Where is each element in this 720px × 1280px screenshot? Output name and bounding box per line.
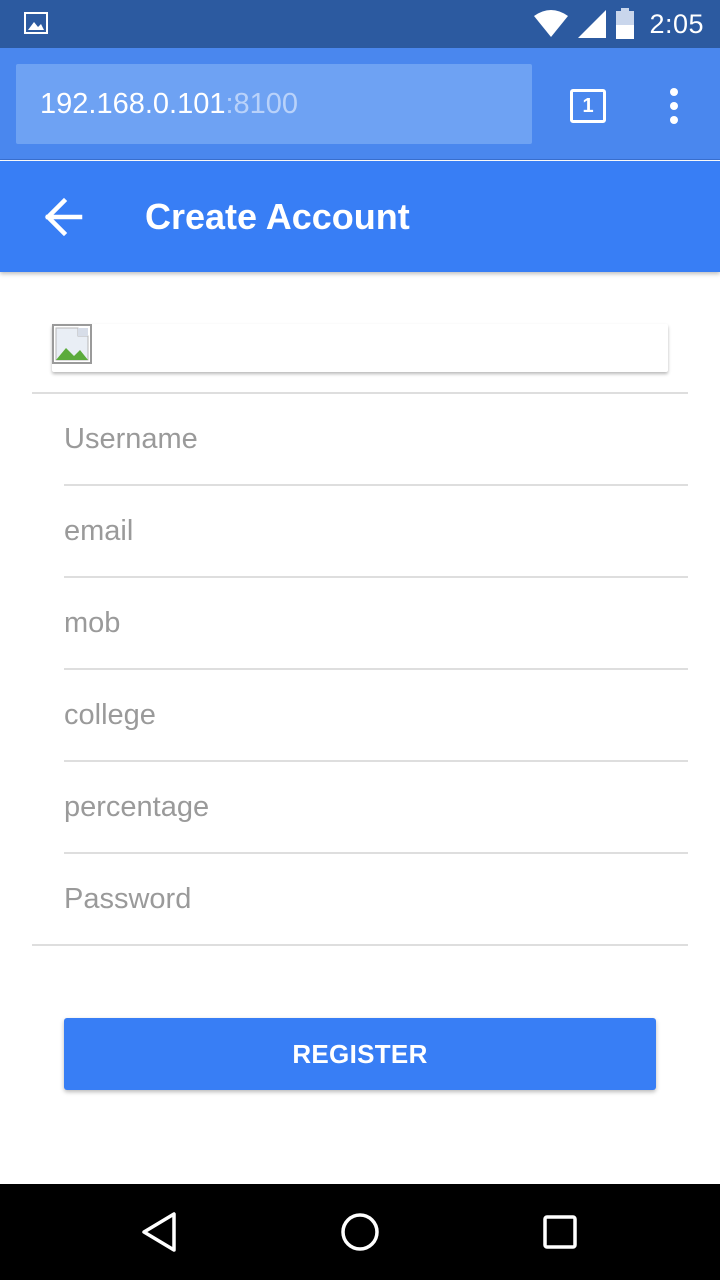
nav-home-icon[interactable] [336, 1208, 384, 1256]
password-input[interactable] [64, 854, 688, 944]
battery-icon [615, 8, 635, 40]
back-arrow-icon[interactable] [40, 195, 88, 239]
page-title: Create Account [145, 196, 410, 237]
overflow-menu-icon[interactable] [660, 88, 688, 124]
register-button[interactable]: REGISTER [64, 1018, 656, 1090]
url-port: :8100 [225, 87, 299, 120]
mobile-input[interactable] [64, 578, 688, 668]
form-item-college [64, 670, 688, 762]
email-input[interactable] [64, 486, 688, 576]
url-bar[interactable]: 192.168.0.101:8100 [16, 64, 532, 144]
browser-toolbar: 192.168.0.101:8100 1 [0, 48, 720, 160]
form-item-percentage [64, 762, 688, 854]
image-card [52, 324, 668, 372]
form-item-username [64, 394, 688, 486]
college-input[interactable] [64, 670, 688, 760]
signal-icon [577, 9, 607, 39]
system-nav-bar [0, 1184, 720, 1280]
status-bar: 2:05 [0, 0, 720, 48]
percentage-input[interactable] [64, 762, 688, 852]
nav-recents-icon[interactable] [536, 1208, 584, 1256]
form-item-password [64, 854, 688, 946]
broken-image-icon [52, 324, 92, 364]
status-icons: 2:05 [525, 0, 704, 48]
list-divider-bottom [32, 944, 688, 946]
form-item-mob [64, 578, 688, 670]
tab-switcher-button[interactable]: 1 [570, 89, 606, 123]
url-host: 192.168.0.101 [40, 87, 226, 120]
form-item-email [64, 486, 688, 578]
tab-count: 1 [582, 94, 594, 117]
gallery-notification-icon [24, 12, 48, 34]
wifi-icon [533, 10, 569, 38]
nav-back-icon[interactable] [136, 1208, 184, 1256]
registration-form [64, 394, 688, 946]
status-time: 2:05 [649, 8, 704, 39]
username-input[interactable] [64, 394, 688, 484]
app-header: Create Account [0, 161, 720, 272]
